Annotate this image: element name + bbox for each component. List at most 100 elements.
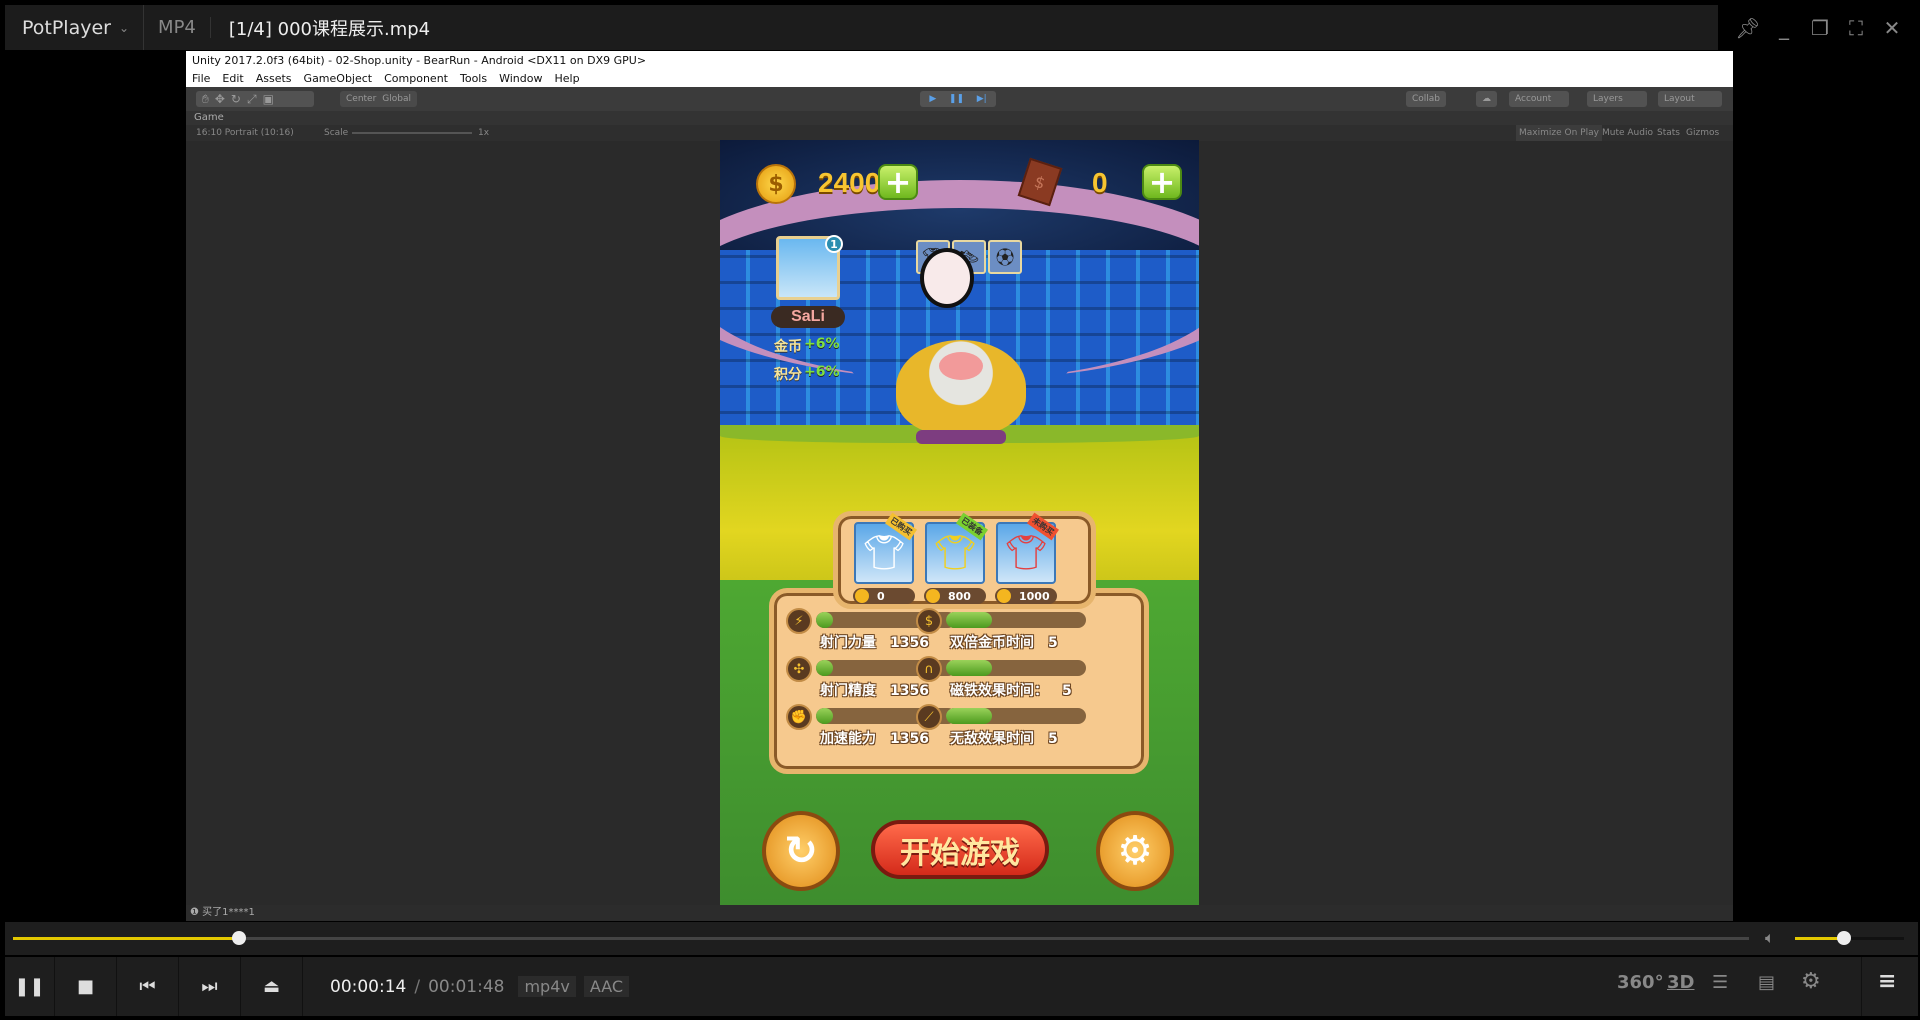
aspect-dropdown[interactable]: 16:10 Portrait (10:16) [196, 125, 294, 141]
volume-handle[interactable] [1837, 931, 1852, 945]
mute-audio[interactable]: Mute Audio [1602, 125, 1653, 141]
stat-bar-fill [946, 708, 993, 724]
video-codec[interactable]: mp4v [518, 976, 576, 997]
time-display: 00:00:14 / 00:01:48 mp4v AAC [330, 976, 630, 997]
playlist-icon[interactable]: ▤ [1758, 972, 1775, 993]
app-menu-button[interactable]: PotPlayer ⌄ [5, 5, 145, 50]
volume-icon[interactable]: 🔈︎ [1765, 928, 1775, 948]
stat-row[interactable]: ∩ 磁铁效果时间： 5 [916, 656, 1086, 700]
menu-gameobject[interactable]: GameObject [304, 70, 373, 87]
menu-help[interactable]: Help [554, 70, 579, 87]
bonus-label: 金币 [774, 339, 802, 355]
character-legs [916, 430, 1006, 444]
restore-icon[interactable]: ❐ [1802, 10, 1838, 46]
menu-file[interactable]: File [192, 70, 210, 87]
shirt-icon: 👕︎ 已装备 [925, 512, 989, 584]
collab-label: Collab [1412, 94, 1441, 104]
gear-icon[interactable]: ⚙ [1801, 969, 1821, 994]
collab-dropdown[interactable]: Collab [1406, 91, 1447, 107]
shirt-option[interactable]: 👕︎ 已装备 800 [924, 512, 989, 604]
eject-button[interactable]: ⏏ [241, 957, 303, 1016]
pause-button[interactable]: ❚❚ [5, 957, 55, 1016]
game-tab[interactable]: Game [186, 111, 1733, 125]
previous-button[interactable]: ⏮︎ [117, 957, 179, 1016]
menu-tools[interactable]: Tools [460, 70, 487, 87]
pivot-toggle[interactable]: Center Global [340, 91, 418, 107]
video-frame[interactable]: Unity 2017.2.0f3 (64bit) - 02-Shop.unity… [186, 51, 1733, 921]
add-gems-button[interactable]: + [1142, 164, 1182, 200]
score-bonus: 积分 +6% [774, 364, 840, 384]
bonus-value: +6% [804, 336, 840, 352]
refresh-button[interactable]: ↻ [762, 811, 840, 891]
stat-row[interactable]: $ 双倍金币时间 5 [916, 608, 1086, 652]
layout-dropdown[interactable]: Layout [1658, 91, 1722, 107]
close-icon[interactable]: ✕ [1874, 10, 1910, 46]
layers-dropdown[interactable]: Layers [1587, 91, 1647, 107]
vr-360-button[interactable]: 360° [1617, 972, 1664, 993]
menu-component[interactable]: Component [384, 70, 448, 87]
scale-icon[interactable]: ⤢ [247, 92, 257, 107]
control-bar: ❚❚ ■ ⏮︎ ⏭︎ ⏏ 00:00:14 / 00:01:48 mp4v AA… [5, 957, 1918, 1016]
stat-row[interactable]: ⟋ 无敌效果时间 5 [916, 704, 1086, 748]
gem-count: 0 [1092, 167, 1108, 198]
search-list-icon[interactable]: ☰︎ [1712, 972, 1728, 993]
fullscreen-icon[interactable]: ⛶ [1838, 10, 1874, 46]
play-controls[interactable]: ▶ ❚❚ ▶| [920, 91, 996, 107]
shirt-icon: 👕︎ 未购买 [996, 512, 1060, 584]
stat-bar-fill [946, 660, 993, 676]
menu-assets[interactable]: Assets [256, 70, 292, 87]
step-icon[interactable]: ▶| [977, 94, 987, 104]
start-game-button[interactable]: 开始游戏 [871, 820, 1049, 879]
layout-label: Layout [1664, 94, 1695, 104]
account-dropdown[interactable]: Account [1509, 91, 1569, 107]
item-ball[interactable]: ⚽︎ [988, 240, 1022, 274]
seek-handle[interactable] [231, 931, 246, 945]
game-view[interactable]: $ 2400 + $ 0 + 1 SaLi 金币+6% 积分+6% 👕︎ 👟︎ … [720, 140, 1199, 905]
stop-button[interactable]: ■ [55, 957, 117, 1016]
time-separator: / [414, 976, 421, 997]
gizmos-dropdown[interactable]: Gizmos [1686, 125, 1719, 141]
coin-icon [997, 589, 1011, 603]
video-title: [1/4] 000课程展示.mp4 [228, 18, 431, 40]
minimize-icon[interactable]: _ [1766, 10, 1802, 46]
stat-bar-fill [816, 660, 833, 676]
menu-icon[interactable]: ≡ [1878, 969, 1896, 994]
seek-progress [13, 937, 239, 940]
shirt-option[interactable]: 👕︎ 未购买 1000 [995, 512, 1060, 604]
scale-slider[interactable] [352, 132, 472, 134]
eject-icon: ⏏ [262, 976, 280, 997]
menu-edit[interactable]: Edit [222, 70, 243, 87]
transform-tools[interactable]: ✋︎ ✥ ↻ ⤢ ▣ [196, 91, 314, 107]
next-button[interactable]: ⏭︎ [179, 957, 241, 1016]
settings-button[interactable]: ⚙ [1096, 811, 1174, 891]
rect-icon[interactable]: ▣ [263, 92, 274, 106]
hand-icon[interactable]: ✋︎ [202, 92, 209, 107]
seek-bar[interactable] [13, 937, 1749, 940]
move-icon[interactable]: ✥ [215, 92, 225, 106]
3d-button[interactable]: 3D [1667, 972, 1694, 993]
app-name: PotPlayer [22, 16, 111, 39]
character-face [939, 352, 983, 380]
stats-toggle[interactable]: Stats [1657, 125, 1680, 141]
stat-bar [946, 708, 1086, 724]
cloud-icon[interactable]: ☁ [1476, 91, 1497, 107]
pin-icon[interactable]: 📌︎ [1730, 10, 1766, 46]
menu-window[interactable]: Window [499, 70, 542, 87]
stat-bar-fill [816, 708, 833, 724]
coin-icon [855, 589, 869, 603]
shoe-icon: ✊ [786, 704, 812, 730]
shirt-list: 👕︎ 已购买 0 👕︎ 已装备 800 👕︎ 未购买 1000 [853, 512, 1060, 604]
stat-bar-fill [816, 612, 833, 628]
stat-label: 加速能力 [820, 731, 876, 747]
pause-icon[interactable]: ❚❚ [949, 94, 964, 104]
rotate-icon[interactable]: ↻ [231, 92, 241, 106]
shirt-price: 800 [924, 588, 986, 604]
stat-label: 射门力量 [820, 635, 876, 651]
add-coins-button[interactable]: + [878, 164, 918, 200]
play-icon[interactable]: ▶ [929, 94, 936, 104]
maximize-on-play[interactable]: Maximize On Play [1516, 125, 1602, 141]
shirt-option[interactable]: 👕︎ 已购买 0 [853, 512, 918, 604]
level-badge: 1 [825, 235, 843, 253]
character-avatar[interactable]: 1 [776, 235, 843, 300]
audio-codec[interactable]: AAC [583, 976, 630, 997]
